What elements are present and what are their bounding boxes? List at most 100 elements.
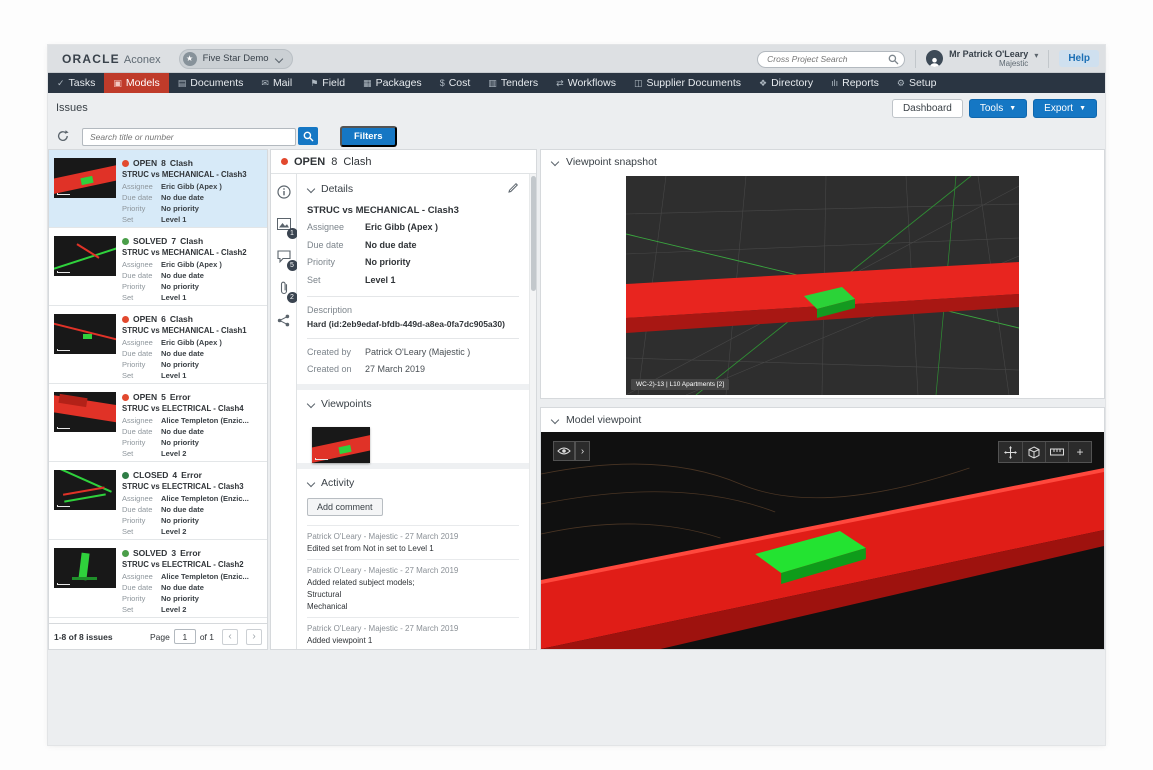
nav-item-documents[interactable]: ▤ Documents (169, 73, 253, 93)
nav-item-reports[interactable]: ılı Reports (822, 73, 888, 93)
page-of-label: of 1 (199, 631, 214, 642)
issue-card[interactable]: OPEN 5 Error STRUC vs ELECTRICAL - Clash… (49, 384, 267, 462)
activity-text: Edited set from Not in set to Level 1 (307, 544, 519, 553)
issue-number: 3 (171, 548, 177, 558)
detail-scrollbar[interactable] (529, 174, 536, 649)
nav-label: Cost (448, 77, 471, 89)
issue-card[interactable]: CLOSED 4 Error STRUC vs ELECTRICAL - Cla… (49, 462, 267, 540)
issues-toolbar: Filters (48, 125, 537, 147)
issue-thumbnail (54, 236, 116, 276)
field-label: Due date (122, 505, 153, 514)
help-button[interactable]: Help (1059, 50, 1099, 67)
user-menu[interactable]: Mr Patrick O'Leary Majestic ▾ (926, 49, 1038, 69)
nav-item-supplier-documents[interactable]: ◫ Supplier Documents (625, 73, 750, 93)
issue-card[interactable]: OPEN 6 Clash STRUC vs MECHANICAL - Clash… (49, 306, 267, 384)
issue-title: STRUC vs ELECTRICAL - Clash3 (122, 482, 244, 491)
model-viewpoint-header[interactable]: Model viewpoint (541, 408, 1104, 432)
issue-thumbnail (54, 314, 116, 354)
tools-button[interactable]: Tools ▼ (968, 98, 1028, 118)
dashboard-button[interactable]: Dashboard (891, 98, 963, 118)
nav-item-workflows[interactable]: ⇄ Workflows (547, 73, 625, 93)
nav-item-mail[interactable]: ✉ Mail (252, 73, 301, 93)
model-viewpoint-panel: Model viewpoint › + (540, 407, 1105, 650)
visibility-eye-icon[interactable] (553, 441, 575, 461)
model-viewpoint-canvas[interactable]: › + (541, 432, 1104, 649)
comments-icon[interactable]: 5 (276, 248, 298, 271)
cross-project-search-input[interactable] (757, 50, 906, 68)
field-value: No due date (161, 349, 204, 358)
search-icon (888, 52, 899, 70)
issue-status-line: OPEN 6 Clash (122, 314, 193, 324)
issue-card[interactable]: SOLVED 7 Clash STRUC vs MECHANICAL - Cla… (49, 228, 267, 306)
main-nav: ✓ Tasks ▣ Models ▤ Documents ✉ Mail ⚑ Fi… (48, 73, 1105, 93)
nav-label: Tasks (68, 77, 96, 89)
field-label: Due date (122, 583, 153, 592)
viewpoint-snapshot-panel: Viewpoint snapshot WC-2)-13 | L10 Apartm… (540, 149, 1105, 399)
field-value: Level 2 (161, 449, 187, 458)
expand-tools-chevron-icon[interactable]: › (575, 441, 590, 461)
field-value: Level 1 (161, 371, 187, 380)
issue-detail-header: OPEN 8 Clash (271, 150, 536, 174)
chevron-down-icon[interactable] (307, 185, 315, 193)
chevron-down-icon[interactable] (307, 479, 315, 487)
issue-number: 5 (161, 392, 166, 402)
field-value: No priority (161, 360, 199, 369)
nav-item-packages[interactable]: ▦ Packages (354, 73, 431, 93)
nav-item-tasks[interactable]: ✓ Tasks (48, 73, 104, 93)
next-page-button[interactable]: › (246, 628, 262, 645)
chevron-down-icon[interactable] (307, 400, 315, 408)
zoom-plus-icon[interactable]: + (1068, 442, 1091, 462)
nav-item-field[interactable]: ⚑ Field (301, 73, 354, 93)
cross-project-search[interactable] (757, 49, 906, 70)
nav-item-cost[interactable]: $ Cost (431, 73, 480, 93)
attachments-icon[interactable]: 2 (276, 280, 298, 303)
measure-icon[interactable] (1045, 442, 1068, 462)
directory-icon: ❖ (759, 77, 768, 88)
issue-search-button[interactable] (298, 127, 318, 145)
field-label: Set (122, 293, 134, 302)
pan-move-icon[interactable] (999, 442, 1022, 462)
nav-item-models[interactable]: ▣ Models (104, 73, 169, 93)
filters-button[interactable]: Filters (340, 125, 397, 147)
issue-card[interactable]: SOLVED 3 Error STRUC vs ELECTRICAL - Cla… (49, 540, 267, 618)
issue-title: STRUC vs MECHANICAL - Clash2 (122, 248, 247, 257)
status-dot (122, 315, 129, 323)
nav-item-tenders[interactable]: ▥ Tenders (479, 73, 547, 93)
prev-page-button[interactable]: ‹ (222, 628, 238, 645)
project-selector[interactable]: ★ Five Star Demo (178, 48, 293, 69)
page-input[interactable] (173, 629, 196, 644)
issue-card[interactable]: OPEN 8 Clash STRUC vs MECHANICAL - Clash… (49, 150, 267, 228)
description-label: Description (307, 304, 353, 315)
viewpoint-snapshot-header[interactable]: Viewpoint snapshot (541, 150, 1104, 174)
edit-pencil-icon[interactable] (508, 182, 519, 196)
field-value: No due date (161, 427, 204, 436)
nav-label: Field (322, 77, 346, 89)
field-label: Set (122, 215, 134, 224)
nav-label: Packages (375, 77, 422, 89)
divider (307, 295, 519, 297)
issue-title: STRUC vs MECHANICAL - Clash1 (122, 326, 247, 335)
viewpoint-snapshot-image: WC-2)-13 | L10 Apartments [2] (625, 175, 1020, 396)
cube-view-icon[interactable] (1022, 442, 1045, 462)
field-value: No priority (161, 516, 199, 525)
setup-icon: ⚙ (896, 77, 905, 88)
snapshot-caption: WC-2)-13 | L10 Apartments [2] (631, 379, 730, 390)
nav-label: Documents (190, 77, 244, 89)
nav-label: Directory (771, 77, 814, 89)
refresh-icon[interactable] (56, 129, 70, 143)
viewpoint-image-icon[interactable]: 1 (276, 216, 298, 239)
info-icon[interactable] (276, 184, 292, 200)
nav-item-setup[interactable]: ⚙ Setup (888, 73, 946, 93)
export-button[interactable]: Export ▼ (1033, 98, 1097, 118)
add-comment-button[interactable]: Add comment (307, 498, 383, 517)
nav-item-directory[interactable]: ❖ Directory (750, 73, 822, 93)
issue-status: CLOSED (133, 470, 169, 480)
field-label: Due date (307, 239, 344, 250)
activity-section-title: Activity (321, 477, 355, 490)
tasks-icon: ✓ (57, 77, 65, 88)
issue-search-input[interactable] (82, 128, 296, 146)
viewpoint-thumbnail[interactable] (312, 427, 370, 464)
field-value: Patrick O'Leary (Majestic ) (365, 346, 471, 357)
related-items-icon[interactable] (276, 312, 292, 328)
workflows-icon: ⇄ (556, 77, 564, 88)
